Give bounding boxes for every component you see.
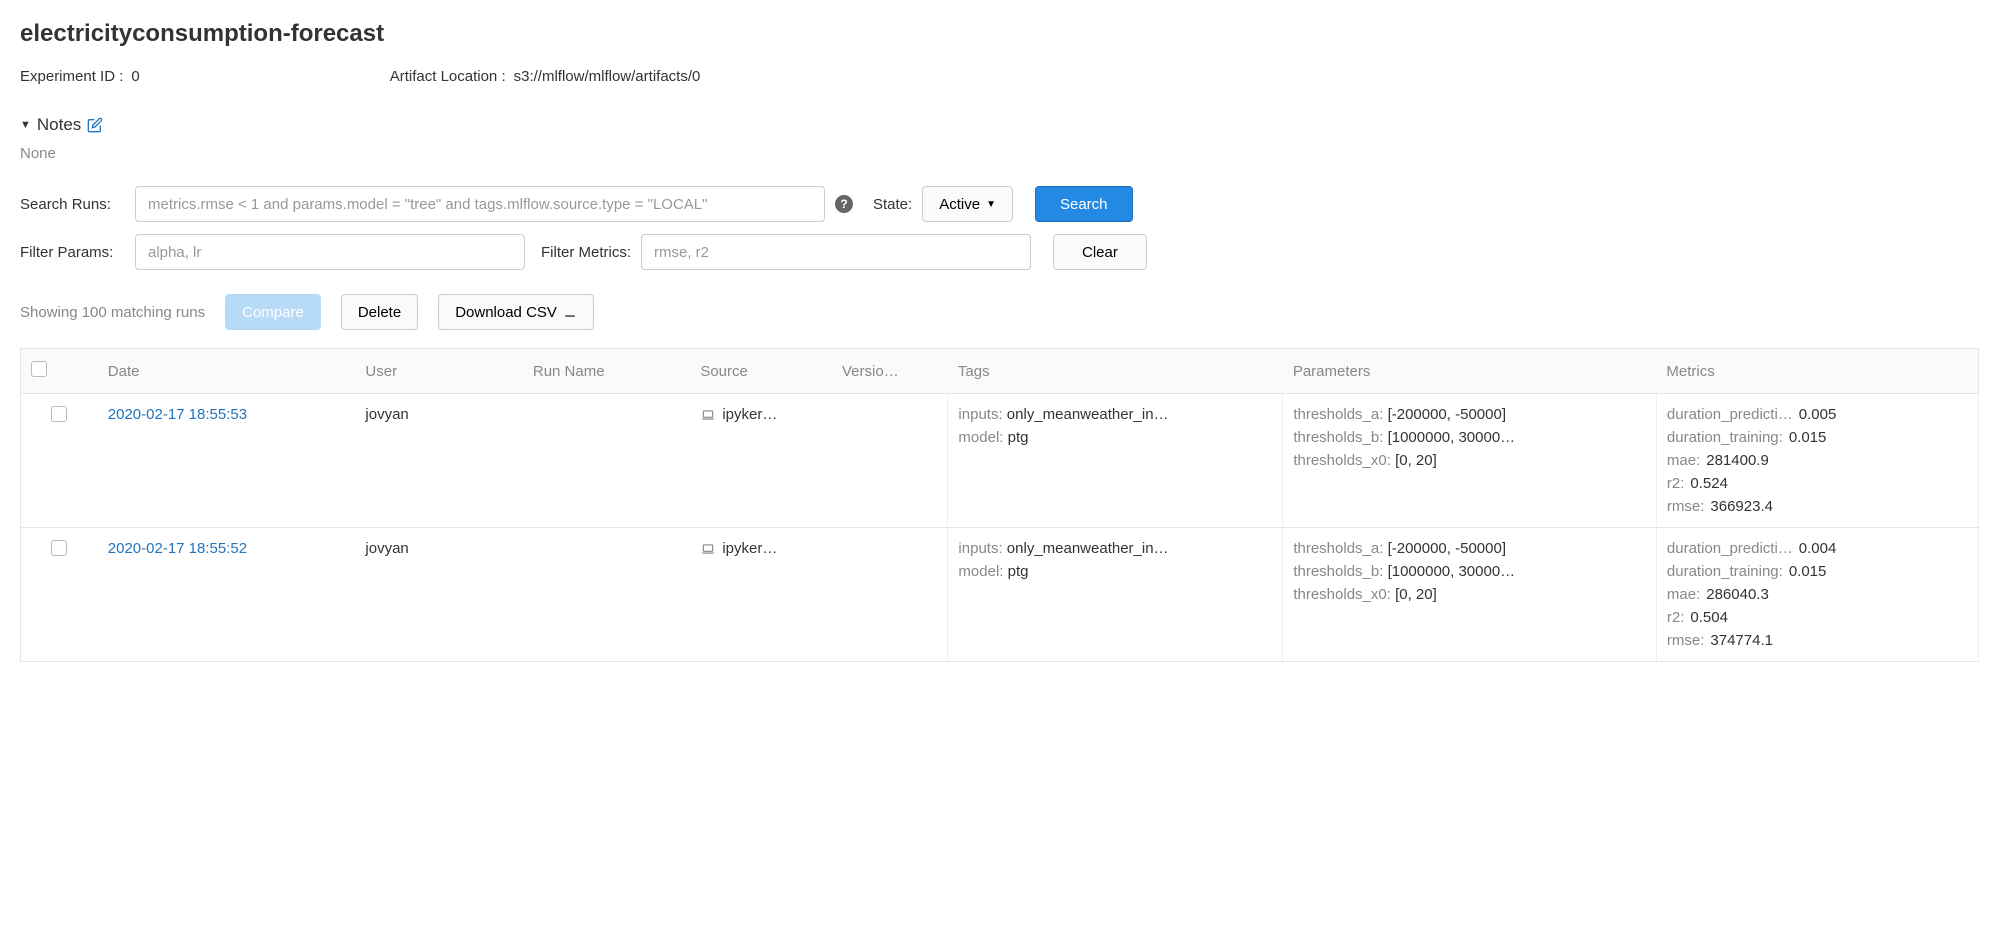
state-label: State: xyxy=(873,196,912,213)
notes-content: None xyxy=(20,145,1979,162)
run-source: ipyker… xyxy=(722,540,777,557)
state-dropdown[interactable]: Active ▼ xyxy=(922,186,1013,222)
row-checkbox[interactable] xyxy=(51,540,67,556)
param-item: thresholds_b: [1000000, 30000… xyxy=(1293,429,1646,446)
run-version xyxy=(832,528,948,662)
artifact-location-value: s3://mlflow/mlflow/artifacts/0 xyxy=(514,68,701,85)
run-source: ipyker… xyxy=(722,406,777,423)
run-name xyxy=(523,528,690,662)
edit-icon[interactable] xyxy=(87,117,103,133)
row-checkbox[interactable] xyxy=(51,406,67,422)
tag-item: model: ptg xyxy=(958,429,1272,446)
filter-metrics-input[interactable] xyxy=(641,234,1031,270)
delete-button[interactable]: Delete xyxy=(341,294,418,330)
metric-item: duration_predicti… 0.005 xyxy=(1667,406,1968,423)
run-name xyxy=(523,394,690,528)
compare-button[interactable]: Compare xyxy=(225,294,321,330)
help-icon[interactable]: ? xyxy=(835,195,853,213)
state-dropdown-label: Active xyxy=(939,196,980,213)
param-item: thresholds_a: [-200000, -50000] xyxy=(1293,540,1646,557)
metric-item: duration_training: 0.015 xyxy=(1667,429,1968,446)
run-date-link[interactable]: 2020-02-17 18:55:53 xyxy=(108,406,247,423)
download-icon xyxy=(563,305,577,319)
experiment-id-value: 0 xyxy=(131,68,139,85)
artifact-location-label: Artifact Location : xyxy=(390,68,506,85)
experiment-meta: Experiment ID : 0 Artifact Location : s3… xyxy=(20,68,1979,85)
header-user[interactable]: User xyxy=(355,349,522,394)
run-version xyxy=(832,394,948,528)
metric-item: r2: 0.524 xyxy=(1667,475,1968,492)
tag-item: inputs: only_meanweather_in… xyxy=(958,406,1272,423)
clear-button[interactable]: Clear xyxy=(1053,234,1147,270)
notes-toggle[interactable]: ▼ Notes xyxy=(20,115,1979,135)
header-tags[interactable]: Tags xyxy=(948,349,1283,394)
run-user: jovyan xyxy=(355,528,522,662)
notes-label: Notes xyxy=(37,115,81,135)
laptop-icon xyxy=(700,408,716,422)
metric-item: mae: 281400.9 xyxy=(1667,452,1968,469)
header-version[interactable]: Versio… xyxy=(832,349,948,394)
tag-item: model: ptg xyxy=(958,563,1272,580)
table-row: 2020-02-17 18:55:53 jovyan ipyker… inputs: … xyxy=(21,394,1979,528)
run-date-link[interactable]: 2020-02-17 18:55:52 xyxy=(108,540,247,557)
header-checkbox[interactable] xyxy=(21,349,98,394)
caret-down-icon: ▼ xyxy=(20,119,31,131)
download-csv-label: Download CSV xyxy=(455,304,557,321)
metric-item: rmse: 374774.1 xyxy=(1667,632,1968,649)
runs-table: Date User Run Name Source Versio… Tags P… xyxy=(20,348,1979,662)
param-item: thresholds_x0: [0, 20] xyxy=(1293,452,1646,469)
search-button[interactable]: Search xyxy=(1035,186,1133,222)
param-item: thresholds_a: [-200000, -50000] xyxy=(1293,406,1646,423)
filter-params-input[interactable] xyxy=(135,234,525,270)
metric-item: duration_predicti… 0.004 xyxy=(1667,540,1968,557)
download-csv-button[interactable]: Download CSV xyxy=(438,294,594,330)
tag-item: inputs: only_meanweather_in… xyxy=(958,540,1272,557)
filter-metrics-label: Filter Metrics: xyxy=(541,244,631,261)
table-row: 2020-02-17 18:55:52 jovyan ipyker… inputs: … xyxy=(21,528,1979,662)
param-item: thresholds_x0: [0, 20] xyxy=(1293,586,1646,603)
header-date[interactable]: Date xyxy=(98,349,356,394)
header-parameters[interactable]: Parameters xyxy=(1283,349,1657,394)
results-count: Showing 100 matching runs xyxy=(20,304,205,321)
caret-down-icon: ▼ xyxy=(986,199,996,210)
experiment-id-label: Experiment ID : xyxy=(20,68,123,85)
metric-item: duration_training: 0.015 xyxy=(1667,563,1968,580)
metric-item: r2: 0.504 xyxy=(1667,609,1968,626)
header-source[interactable]: Source xyxy=(690,349,832,394)
metric-item: rmse: 366923.4 xyxy=(1667,498,1968,515)
search-runs-label: Search Runs: xyxy=(20,196,125,213)
param-item: thresholds_b: [1000000, 30000… xyxy=(1293,563,1646,580)
search-runs-input[interactable] xyxy=(135,186,825,222)
filter-params-label: Filter Params: xyxy=(20,244,125,261)
header-run-name[interactable]: Run Name xyxy=(523,349,690,394)
metric-item: mae: 286040.3 xyxy=(1667,586,1968,603)
page-title: electricityconsumption-forecast xyxy=(20,20,1979,48)
laptop-icon xyxy=(700,542,716,556)
header-metrics[interactable]: Metrics xyxy=(1656,349,1978,394)
run-user: jovyan xyxy=(355,394,522,528)
